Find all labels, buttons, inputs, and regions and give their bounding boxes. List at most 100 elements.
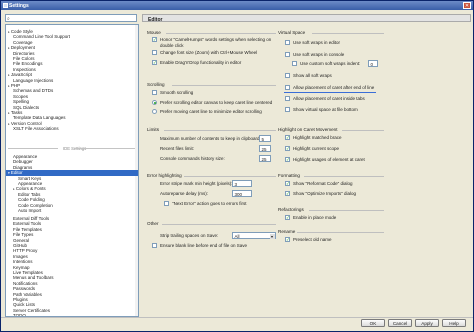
preselect-old-name-checkbox[interactable]: ✓ <box>285 237 290 242</box>
chevron-down-icon[interactable]: ▾ <box>8 171 10 175</box>
mouse-group-line <box>166 33 276 34</box>
scrolling-group-line <box>172 85 276 86</box>
ok-button[interactable]: OK <box>361 319 385 327</box>
highlight-caret-group-title: Highlight on Caret Movement <box>278 127 338 132</box>
mouse-group-title: Mouse <box>147 30 161 35</box>
settings-tree[interactable]: IDE Settings ▸Code Style Command Line Too… <box>5 24 139 317</box>
tree-item-label: Language Injections <box>13 77 54 83</box>
search-icon: ⌕ <box>7 15 10 22</box>
tree-item-label: Plugins <box>13 297 28 302</box>
tree-item-label: Notifications <box>13 280 38 286</box>
tree-item-label: Keymap <box>13 264 30 270</box>
tree-item-label: Code Folding <box>18 197 45 203</box>
tree-item-label: Images <box>13 253 28 259</box>
tree-item-label: General <box>13 237 30 243</box>
close-icon[interactable]: ✕ <box>463 2 471 9</box>
chevron-right-icon[interactable]: ▸ <box>8 30 10 34</box>
optimize-imports-checkbox[interactable]: ✓ <box>285 191 290 196</box>
help-button[interactable]: Help <box>442 319 466 327</box>
autoreparse-field[interactable]: 300 <box>232 190 252 197</box>
show-virtual-space-checkbox[interactable] <box>285 107 290 112</box>
chevron-right-icon[interactable]: ▸ <box>8 46 10 50</box>
app-icon <box>3 2 8 8</box>
recent-files-field[interactable]: 25 <box>259 145 271 152</box>
reformat-dialog-label: Show "Reformat Code" dialog <box>293 181 353 186</box>
enable-dnd-label: Enable Drag'n'Drop functionality in edit… <box>160 60 242 65</box>
smooth-scrolling-checkbox[interactable] <box>152 90 157 95</box>
tree-item-label: Debugger <box>13 159 33 165</box>
strip-trailing-label: Strip trailing spaces on Save: <box>160 233 219 238</box>
soft-wraps-console-checkbox[interactable] <box>285 52 290 57</box>
change-font-size-checkbox[interactable] <box>152 50 157 55</box>
tree-item[interactable]: Auto Import <box>18 208 41 213</box>
tree-item[interactable]: XSLT File Associations <box>13 126 59 131</box>
custom-soft-wraps-checkbox[interactable] <box>292 61 297 66</box>
apply-button[interactable]: Apply <box>415 319 439 327</box>
usages-label: Highlight usages of element at caret <box>293 157 365 162</box>
scrolling-group-title: Scrolling <box>147 82 165 87</box>
tree-item-label: Schemas and DTDs <box>13 88 54 94</box>
tree-item-label: GitHub <box>13 243 28 248</box>
tree-item-label: Server Certificates <box>13 307 51 313</box>
tree-item-label: Menus and Toolbars <box>13 275 54 281</box>
tree-item-label: Deployment <box>10 45 35 51</box>
chevron-right-icon[interactable]: ▸ <box>8 84 10 88</box>
title-bar[interactable]: Settings ✕ <box>1 1 473 10</box>
editor-settings-panel: Editor Mouse ✓ Honor "CamelHumps" words … <box>142 14 471 317</box>
highlight-caret-group-line <box>342 130 384 131</box>
show-all-soft-wraps-checkbox[interactable] <box>285 73 290 78</box>
allow-caret-tabs-checkbox[interactable] <box>285 96 290 101</box>
enable-dnd-checkbox[interactable]: ✓ <box>152 60 157 65</box>
usages-checkbox[interactable]: ✓ <box>285 157 290 162</box>
in-place-mode-label: Enable in place mode <box>293 215 337 220</box>
tree-item-label: Live Templates <box>13 270 43 275</box>
tree-item-label: Passwords <box>13 286 36 292</box>
limits-group-title: Limits <box>147 127 159 132</box>
tree-item-label: Version Control <box>10 120 42 126</box>
ensure-blank-line-checkbox[interactable] <box>152 243 157 248</box>
prefer-scrolling-radio[interactable] <box>152 100 157 105</box>
prefer-moving-label: Prefer moving caret line to minimize edi… <box>160 109 262 114</box>
chevron-right-icon[interactable]: ▸ <box>8 73 10 77</box>
prefer-moving-radio[interactable] <box>152 109 157 114</box>
rename-group-title: Rename <box>278 229 296 234</box>
allow-caret-eol-checkbox[interactable] <box>285 85 290 90</box>
tree-item-label: Editor Tabs <box>18 191 41 197</box>
in-place-mode-checkbox[interactable]: ✓ <box>285 215 290 220</box>
chevron-right-icon[interactable]: ▸ <box>8 122 10 126</box>
smooth-scrolling-label: Smooth scrolling <box>160 90 194 95</box>
tree-item-label: Appearance <box>13 154 38 159</box>
cancel-button[interactable]: Cancel <box>388 319 412 327</box>
rename-group-line <box>297 232 384 233</box>
max-contents-label: Maximum number of contents to keep in cl… <box>160 136 261 141</box>
tree-item-label: XSLT File Associations <box>13 126 59 132</box>
limits-group-line <box>164 130 276 131</box>
current-scope-checkbox[interactable]: ✓ <box>285 146 290 151</box>
strip-trailing-value: All <box>234 233 240 239</box>
allow-caret-eol-label: Allow placement of caret after end of li… <box>293 85 375 90</box>
chevron-right-icon[interactable]: ▸ <box>13 187 15 191</box>
tree-item-label: Editor <box>10 170 23 176</box>
soft-wraps-editor-checkbox[interactable] <box>285 40 290 45</box>
matched-brace-checkbox[interactable]: ✓ <box>285 135 290 140</box>
formatting-group-line <box>304 176 384 177</box>
tree-item-label: Colors & Fonts <box>15 186 46 192</box>
console-history-field[interactable]: 25 <box>259 155 271 162</box>
next-error-checkbox[interactable] <box>164 201 169 206</box>
stripe-height-field[interactable]: 3 <box>232 180 252 187</box>
error-highlighting-group-title: Error highlighting <box>147 173 182 178</box>
settings-search-input[interactable]: ⌕ <box>5 14 137 22</box>
custom-indent-field[interactable]: 0 <box>368 60 378 67</box>
tree-item-label: PHP <box>10 83 21 88</box>
preselect-old-name-label: Preselect old name <box>293 237 332 242</box>
reformat-dialog-checkbox[interactable]: ✓ <box>285 181 290 186</box>
button-bar-divider <box>1 317 473 318</box>
tree-item-label: SQL Dialects <box>13 104 40 110</box>
honor-camelhumps-label: Honor "CamelHumps" words settings when s… <box>160 37 272 42</box>
virtual-space-group-title: Virtual Space <box>278 30 306 35</box>
chevron-down-icon[interactable]: ▾ <box>269 233 275 239</box>
honor-camelhumps-checkbox[interactable]: ✓ <box>152 37 157 42</box>
chevron-right-icon[interactable]: ▸ <box>8 111 10 115</box>
strip-trailing-select[interactable]: All ▾ <box>232 232 276 239</box>
max-contents-field[interactable]: 5 <box>259 135 271 142</box>
